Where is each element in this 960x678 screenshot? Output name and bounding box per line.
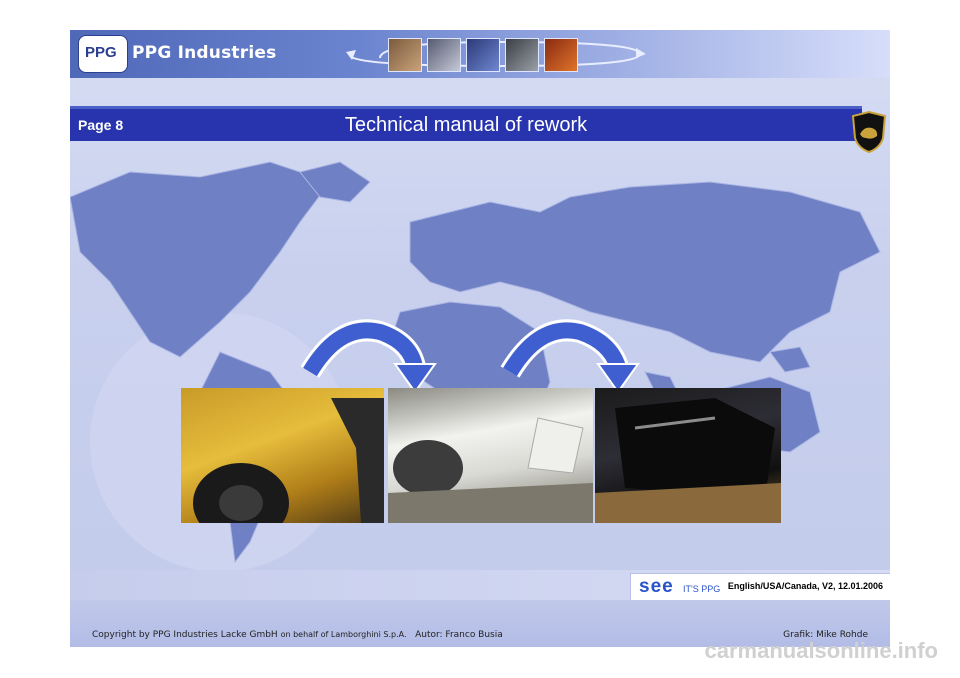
copyright-text: Copyright by PPG Industries Lacke GmbH — [92, 630, 278, 640]
ppg-logo: PPG — [78, 35, 128, 73]
car-rear-black-photo — [595, 388, 781, 523]
spray-booth-photo-icon — [505, 38, 539, 72]
red-car-photo-icon — [544, 38, 578, 72]
see-mark: see — [639, 576, 674, 597]
author-text: Autor: Franco Busia — [415, 630, 503, 640]
black-car-photo-icon — [595, 398, 781, 523]
car-rear-yellow-photo — [181, 388, 384, 543]
world-map — [70, 161, 881, 572]
header-bar: PPG PPG Industries — [70, 30, 890, 78]
version-info: English/USA/Canada, V2, 12.01.2006 — [727, 581, 883, 591]
primer-car-photo-icon — [388, 417, 593, 523]
logo-text: PPG — [85, 44, 117, 61]
see-tagline: IT'S PPG — [683, 584, 721, 594]
behalf-text: on behalf of Lamborghini S.p.A. — [280, 630, 407, 639]
page-title: Technical manual of rework — [344, 114, 588, 136]
car-rear-primer-photo — [388, 388, 593, 523]
painter-photo-icon — [466, 38, 500, 72]
brand-name: PPG Industries — [132, 43, 277, 63]
process-photo-strip — [388, 38, 578, 72]
worker-photo-icon — [388, 38, 422, 72]
yellow-car-photo-icon — [193, 398, 384, 543]
slide: PPG PPG Industries Page 8 Technical manu… — [70, 30, 890, 647]
copyright-line: Copyright by PPG Industries Lacke GmbH o… — [92, 630, 503, 640]
watermark-text: carmanualsonline.info — [704, 638, 939, 663]
car-body-photo-icon — [427, 38, 461, 72]
see-its-ppg-logo: see IT'S PPG English/USA/Canada, V2, 12.… — [630, 573, 890, 601]
title-bar: Page 8 Technical manual of rework — [70, 106, 862, 141]
